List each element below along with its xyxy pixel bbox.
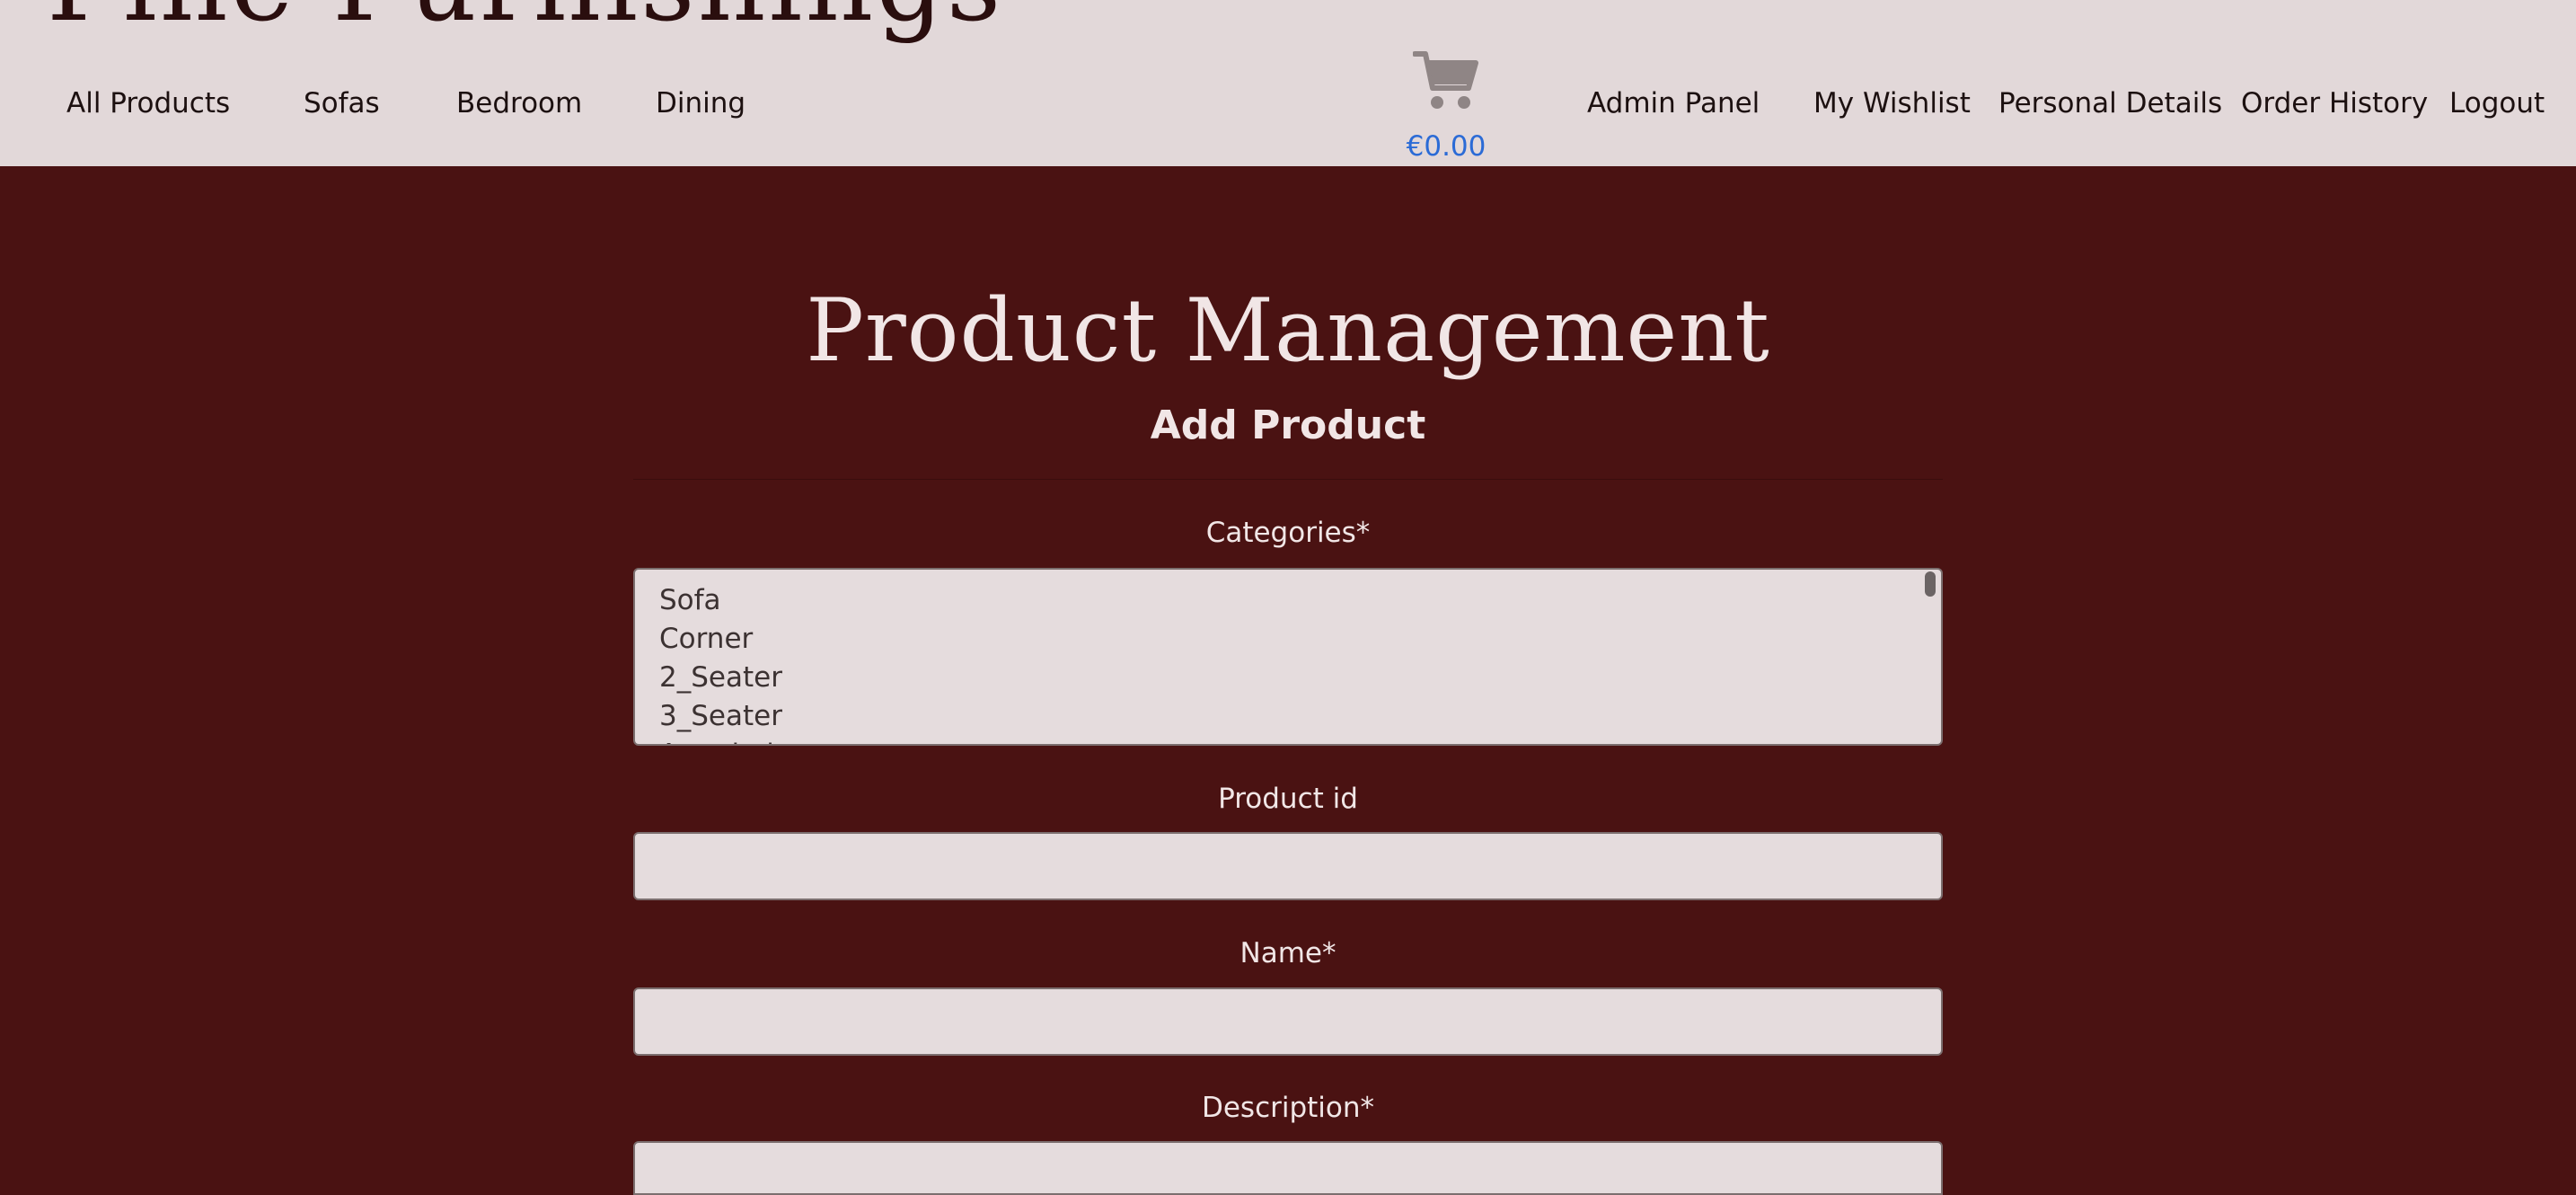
nav-my-wishlist[interactable]: My Wishlist [1813, 86, 1971, 120]
category-option[interactable]: Sofa [659, 582, 721, 618]
brand-logo[interactable]: Fine Furnishings [47, 0, 1003, 36]
cart-total: €0.00 [1406, 130, 1486, 163]
name-input[interactable] [633, 987, 1943, 1056]
nav-admin-panel[interactable]: Admin Panel [1587, 86, 1760, 120]
nav-order-history[interactable]: Order History [2241, 86, 2428, 120]
nav-dining[interactable]: Dining [656, 86, 745, 120]
nav-personal-details[interactable]: Personal Details [1998, 86, 2222, 120]
nav-logout[interactable]: Logout [2449, 86, 2545, 120]
categories-label: Categories* [1205, 517, 1371, 549]
section-title: Add Product [1150, 403, 1426, 448]
product-id-input[interactable] [633, 832, 1943, 900]
category-option[interactable]: Corner [659, 621, 753, 657]
category-option[interactable]: Armchair [659, 737, 786, 744]
category-option[interactable]: 2_Seater [659, 659, 782, 695]
category-option[interactable]: 3_Seater [659, 698, 782, 734]
description-textarea[interactable] [633, 1141, 1943, 1195]
nav-bedroom[interactable]: Bedroom [456, 86, 582, 120]
product-id-label: Product id [1218, 783, 1358, 815]
name-label: Name* [1239, 937, 1337, 969]
nav-sofas[interactable]: Sofas [304, 86, 380, 120]
description-label: Description* [1201, 1092, 1375, 1124]
divider [633, 479, 1943, 480]
page-title: Product Management [806, 280, 1770, 381]
cart-icon [1413, 51, 1478, 109]
nav-all-products[interactable]: All Products [66, 86, 230, 120]
scrollbar-thumb[interactable] [1925, 571, 1936, 597]
categories-select[interactable]: Sofa Corner 2_Seater 3_Seater Armchair [633, 568, 1943, 746]
site-header: Fine Furnishings All Products Sofas Bedr… [0, 0, 2576, 166]
cart-button[interactable]: €0.00 [1406, 49, 1486, 166]
categories-scrollbar[interactable] [1923, 571, 1937, 742]
